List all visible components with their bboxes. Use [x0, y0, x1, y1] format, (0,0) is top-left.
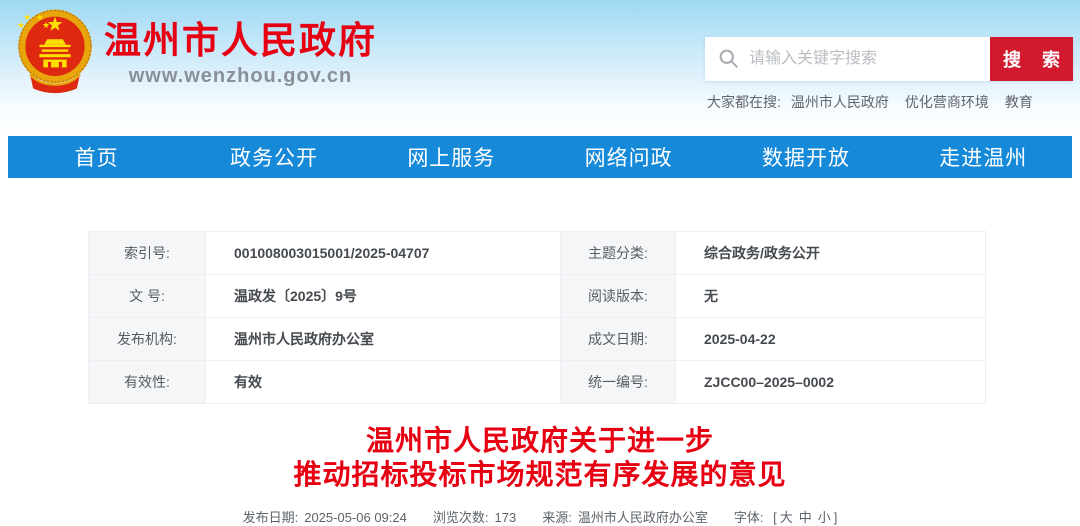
font-size-large-button[interactable]: 大	[780, 510, 793, 525]
font-size-controls: 字体: [大中小]	[734, 507, 838, 526]
article-meta-line: 发布日期:2025-05-06 09:24 浏览次数:173 来源:温州市人民政…	[0, 507, 1080, 526]
page-title-line2: 推动招标投标市场规范有序发展的意见	[0, 458, 1080, 492]
meta-value-validity: 有效	[206, 361, 561, 404]
search-area: 搜 索	[705, 37, 1073, 81]
meta-label-issuing-org: 发布机构:	[89, 318, 206, 361]
hot-search-link-3[interactable]: 教育	[1005, 92, 1033, 112]
nav-item-about-wenzhou[interactable]: 走进温州	[895, 136, 1072, 178]
meta-value-issue-date: 2025-04-22	[676, 318, 986, 361]
font-size-label: 字体:	[734, 510, 764, 525]
doc-meta-table: 索引号: 001008003015001/2025-04707 主题分类: 综合…	[88, 231, 986, 404]
table-row: 索引号: 001008003015001/2025-04707 主题分类: 综合…	[89, 232, 986, 275]
meta-value-unified-no: ZJCC00–2025–0002	[676, 361, 986, 404]
meta-label-read-version: 阅读版本:	[561, 275, 676, 318]
table-row: 有效性: 有效 统一编号: ZJCC00–2025–0002	[89, 361, 986, 404]
site-url: www.wenzhou.gov.cn	[104, 65, 377, 88]
meta-label-index-no: 索引号:	[89, 232, 206, 275]
meta-label-unified-no: 统一编号:	[561, 361, 676, 404]
meta-value-issuing-org: 温州市人民政府办公室	[206, 318, 561, 361]
site-header: 温州市人民政府 www.wenzhou.gov.cn 搜 索 大家都在搜: 温州…	[0, 0, 1080, 136]
site-brand[interactable]: 温州市人民政府 www.wenzhou.gov.cn	[16, 6, 377, 96]
national-emblem-icon	[16, 6, 94, 96]
view-count: 浏览次数:173	[433, 507, 516, 526]
meta-value-read-version: 无	[676, 275, 986, 318]
search-icon	[718, 48, 739, 69]
nav-item-online-politics[interactable]: 网络问政	[540, 136, 717, 178]
bracket-open: [	[773, 510, 777, 525]
page-title-line1: 温州市人民政府关于进一步	[0, 424, 1080, 458]
meta-value-index-no: 001008003015001/2025-04707	[206, 232, 561, 275]
meta-label-validity: 有效性:	[89, 361, 206, 404]
search-input[interactable]	[705, 37, 990, 81]
font-size-medium-button[interactable]: 中	[799, 510, 812, 525]
main-navbar: 首页 政务公开 网上服务 网络问政 数据开放 走进温州	[8, 136, 1072, 178]
table-row: 发布机构: 温州市人民政府办公室 成文日期: 2025-04-22	[89, 318, 986, 361]
meta-value-topic: 综合政务/政务公开	[676, 232, 986, 275]
page-title: 温州市人民政府关于进一步 推动招标投标市场规范有序发展的意见	[0, 424, 1080, 492]
meta-label-doc-no: 文 号:	[89, 275, 206, 318]
hot-search-link-1[interactable]: 温州市人民政府	[791, 92, 889, 112]
font-size-small-button[interactable]: 小	[818, 510, 831, 525]
search-button[interactable]: 搜 索	[990, 37, 1073, 81]
meta-label-topic: 主题分类:	[561, 232, 676, 275]
publish-date: 发布日期:2025-05-06 09:24	[243, 507, 407, 526]
hot-search-link-2[interactable]: 优化营商环境	[905, 92, 989, 112]
nav-item-gov-info[interactable]: 政务公开	[185, 136, 362, 178]
table-row: 文 号: 温政发〔2025〕9号 阅读版本: 无	[89, 275, 986, 318]
source: 来源:温州市人民政府办公室	[542, 507, 708, 526]
meta-value-doc-no: 温政发〔2025〕9号	[206, 275, 561, 318]
site-title: 温州市人民政府	[104, 22, 377, 60]
meta-label-issue-date: 成文日期:	[561, 318, 676, 361]
nav-item-online-service[interactable]: 网上服务	[363, 136, 540, 178]
nav-item-home[interactable]: 首页	[8, 136, 185, 178]
bracket-close: ]	[834, 510, 838, 525]
hot-search-row: 大家都在搜: 温州市人民政府 优化营商环境 教育	[707, 92, 1049, 112]
nav-item-open-data[interactable]: 数据开放	[717, 136, 894, 178]
hot-search-label: 大家都在搜:	[707, 92, 781, 112]
